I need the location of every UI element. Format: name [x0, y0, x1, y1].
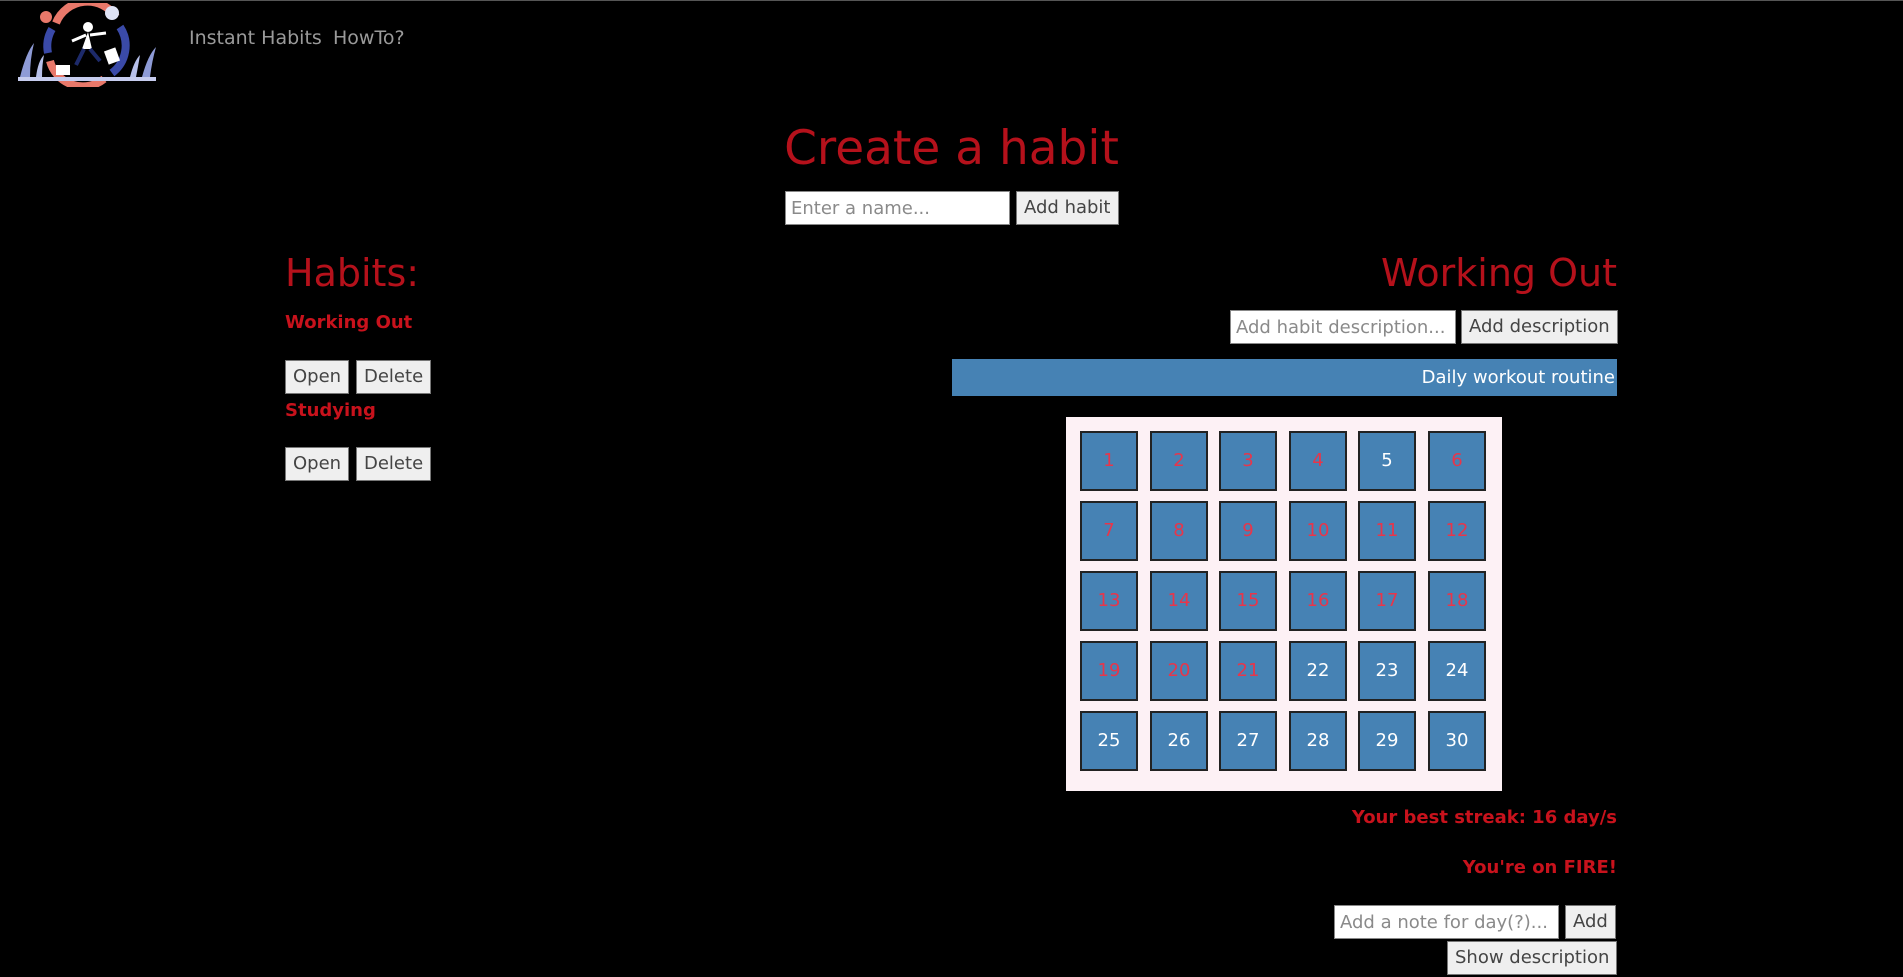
habit-name-studying: Studying: [285, 400, 376, 421]
calendar-day[interactable]: 30: [1428, 711, 1486, 771]
calendar-day[interactable]: 19: [1080, 641, 1138, 701]
nav-link-instant-habits[interactable]: Instant Habits: [189, 27, 322, 49]
habits-heading: Habits:: [285, 251, 420, 295]
habit-detail-title: Working Out: [1381, 251, 1617, 295]
habit-name-input[interactable]: [785, 191, 1010, 225]
nav-link-howto[interactable]: HowTo?: [333, 27, 405, 49]
open-habit-button[interactable]: Open: [285, 447, 350, 481]
calendar-day[interactable]: 20: [1150, 641, 1208, 701]
calendar-day[interactable]: 25: [1080, 711, 1138, 771]
calendar-day[interactable]: 22: [1289, 641, 1347, 701]
calendar-day[interactable]: 3: [1219, 431, 1277, 491]
calendar-day[interactable]: 15: [1219, 571, 1277, 631]
calendar-day[interactable]: 13: [1080, 571, 1138, 631]
calendar-day[interactable]: 2: [1150, 431, 1208, 491]
habit-description-text: Daily workout routine: [1421, 367, 1615, 388]
calendar-day[interactable]: 21: [1219, 641, 1277, 701]
calendar-day[interactable]: 28: [1289, 711, 1347, 771]
calendar-day[interactable]: 16: [1289, 571, 1347, 631]
delete-habit-button[interactable]: Delete: [356, 360, 432, 394]
calendar-day[interactable]: 27: [1219, 711, 1277, 771]
calendar-day[interactable]: 11: [1358, 501, 1416, 561]
calendar-day[interactable]: 8: [1150, 501, 1208, 561]
create-habit-title: Create a habit: [784, 121, 1119, 176]
day-note-input[interactable]: [1334, 905, 1559, 939]
calendar-day[interactable]: 4: [1289, 431, 1347, 491]
page: Instant Habits HowTo? Create a habit Add…: [0, 0, 1903, 977]
calendar-day[interactable]: 1: [1080, 431, 1138, 491]
calendar-day[interactable]: 29: [1358, 711, 1416, 771]
calendar-day[interactable]: 10: [1289, 501, 1347, 561]
calendar-day[interactable]: 18: [1428, 571, 1486, 631]
habit-description-input[interactable]: [1230, 310, 1456, 344]
calendar-day[interactable]: 6: [1428, 431, 1486, 491]
delete-habit-button[interactable]: Delete: [356, 447, 432, 481]
habit-description-bar: Daily workout routine: [952, 359, 1617, 396]
add-description-button[interactable]: Add description: [1461, 310, 1618, 344]
add-habit-button[interactable]: Add habit: [1016, 191, 1119, 225]
add-note-button[interactable]: Add: [1565, 905, 1616, 939]
calendar-day[interactable]: 23: [1358, 641, 1416, 701]
calendar-day[interactable]: 9: [1219, 501, 1277, 561]
calendar-day[interactable]: 17: [1358, 571, 1416, 631]
show-description-button[interactable]: Show description: [1447, 941, 1618, 975]
open-habit-button[interactable]: Open: [285, 360, 350, 394]
best-streak-text: Your best streak: 16 day/s: [1351, 807, 1617, 828]
calendar-day[interactable]: 14: [1150, 571, 1208, 631]
calendar-day[interactable]: 5: [1358, 431, 1416, 491]
calendar-grid: 1 2 3 4 5 6 7 8 9 10 11 12 13 14 15 16 17 18 19 20 21 22 23 24 2…: [1066, 417, 1502, 791]
calendar-day[interactable]: 24: [1428, 641, 1486, 701]
habit-name-working-out: Working Out: [285, 312, 413, 333]
calendar-day[interactable]: 7: [1080, 501, 1138, 561]
fire-status-text: You're on FIRE!: [1462, 857, 1617, 878]
calendar-day[interactable]: 26: [1150, 711, 1208, 771]
calendar-day[interactable]: 12: [1428, 501, 1486, 561]
logo-illustration-icon[interactable]: [16, 3, 158, 87]
